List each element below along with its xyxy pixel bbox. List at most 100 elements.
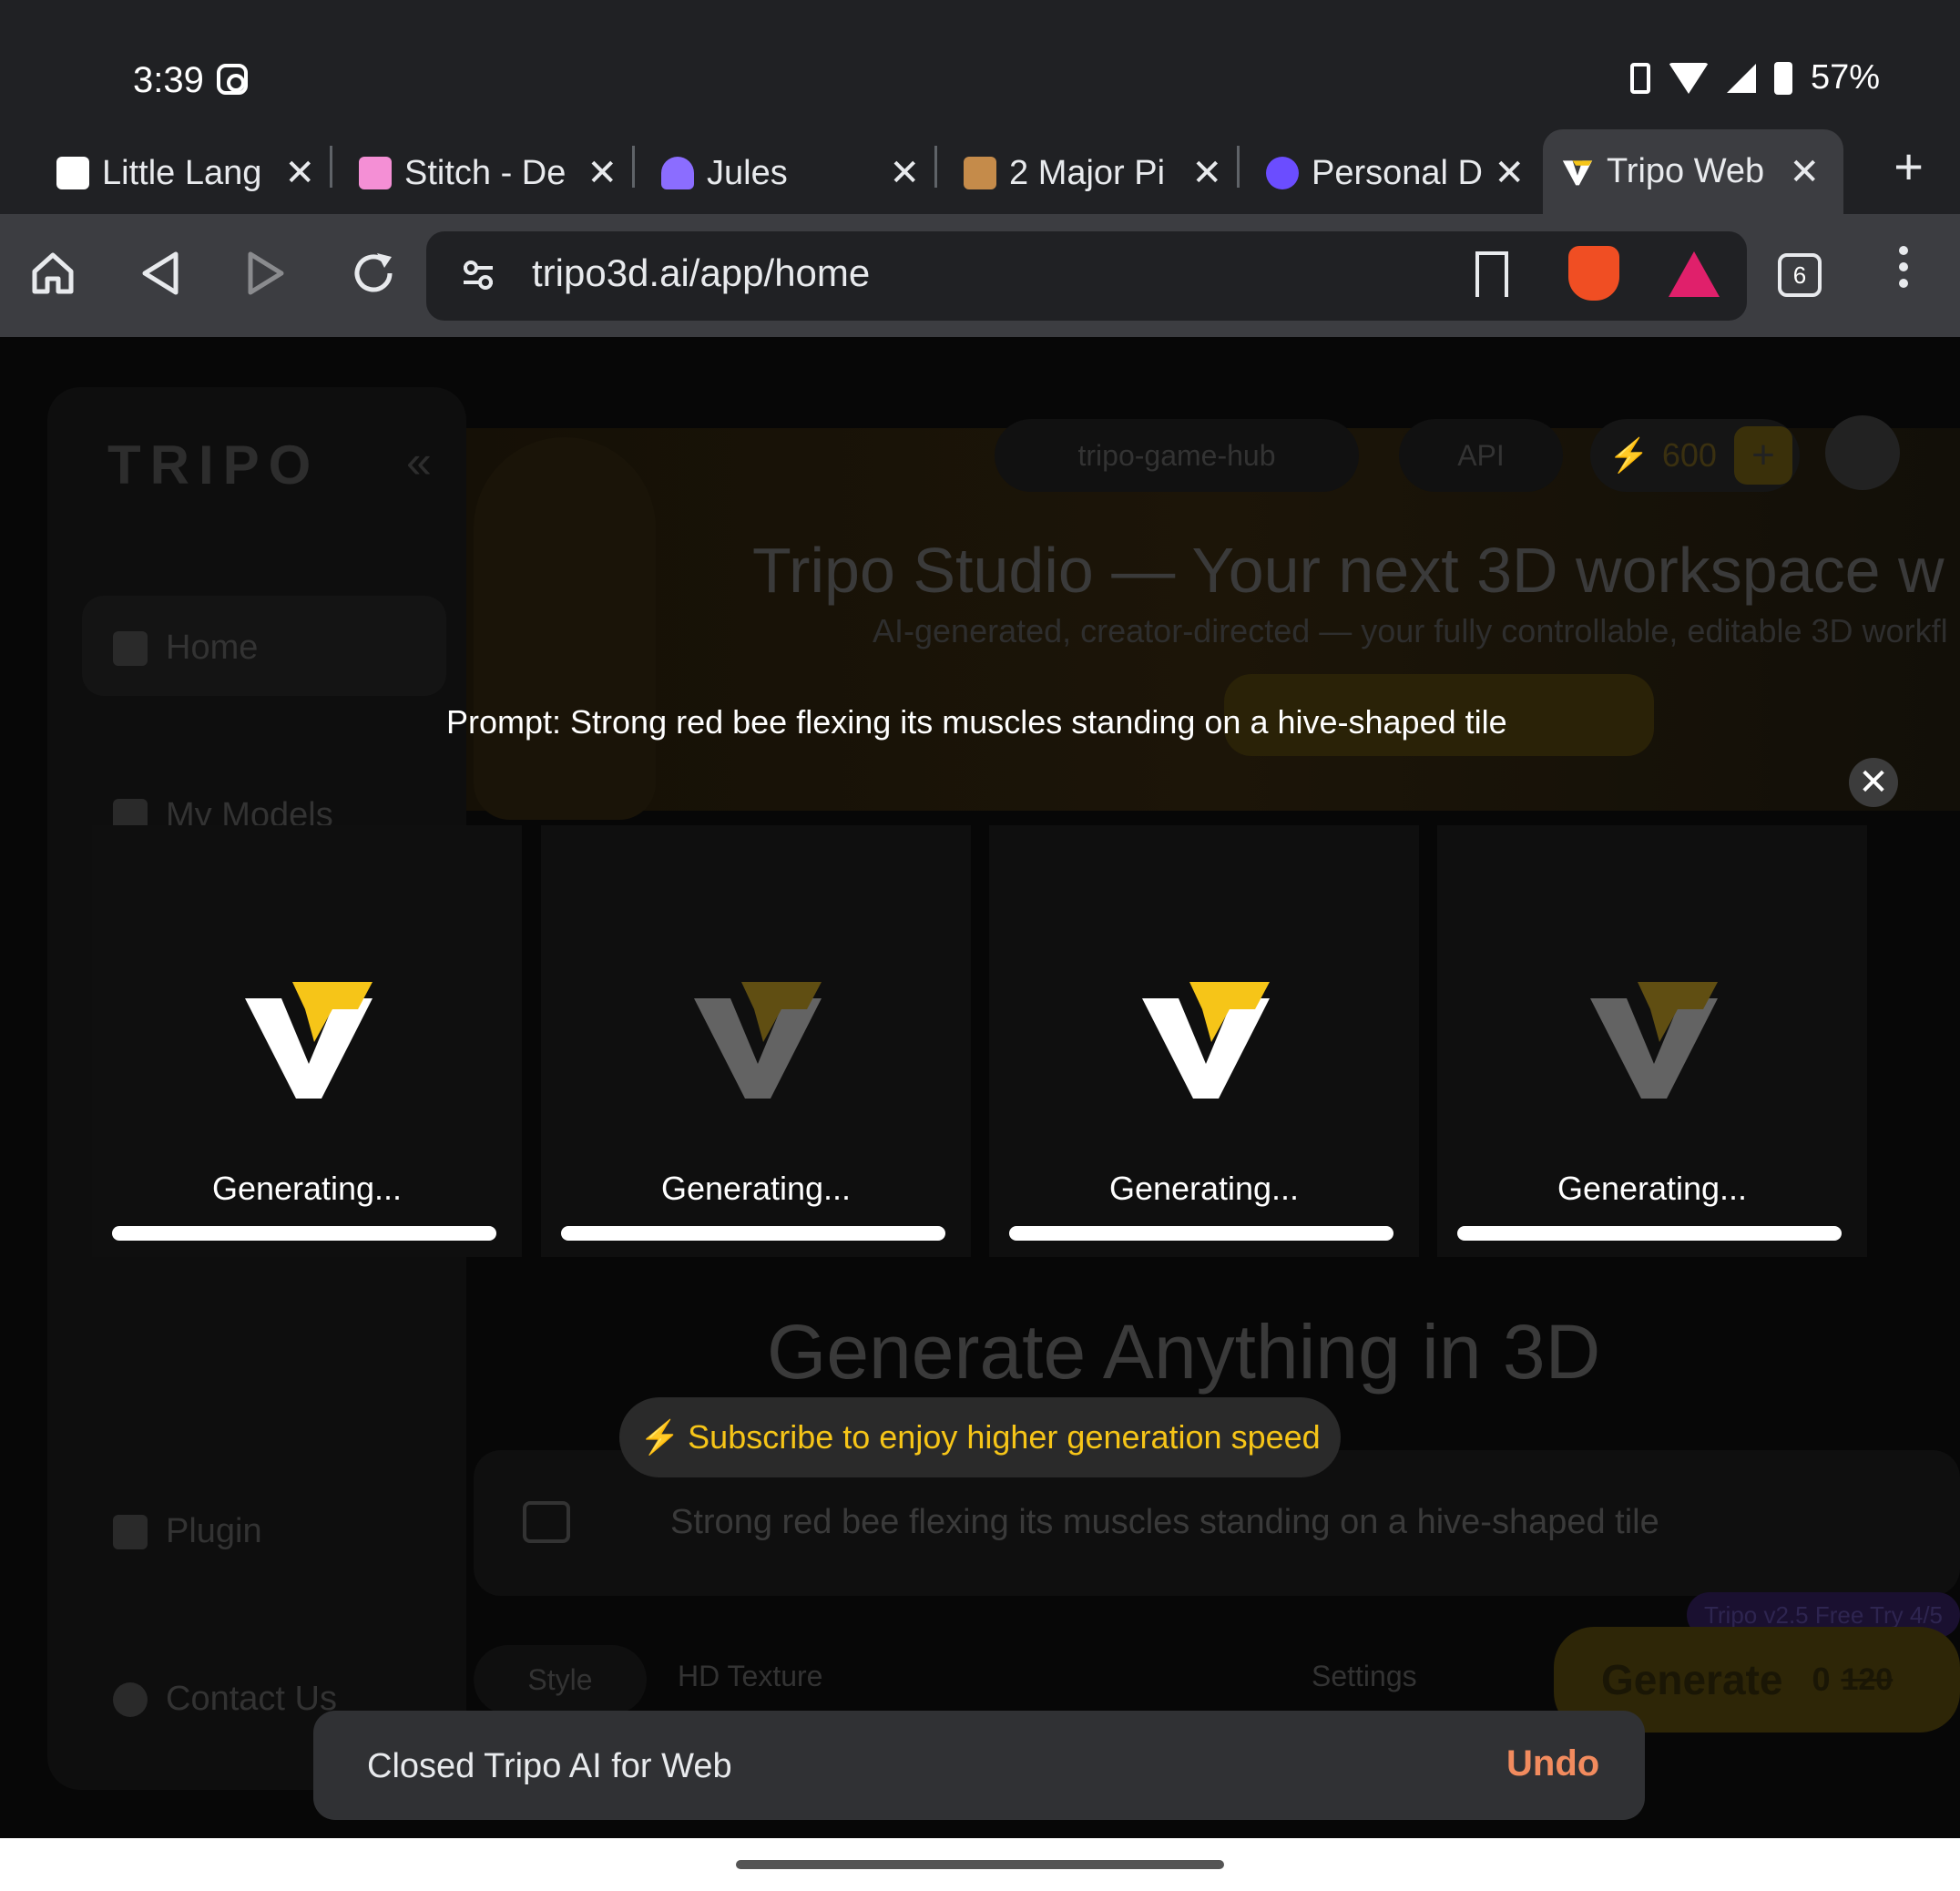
signal-icon (1726, 63, 1756, 93)
overlay-prompt: Prompt: Strong red bee flexing its muscl… (446, 703, 1507, 741)
home-icon[interactable] (26, 246, 80, 301)
tab-title: Personal D (1312, 153, 1483, 192)
sidebar-item-label: Home (166, 629, 259, 667)
undo-button[interactable]: Undo (1506, 1743, 1599, 1784)
sidebar-item-contact-us[interactable]: Contact Us (113, 1680, 337, 1719)
generating-label: Generating... (660, 1170, 852, 1207)
generate-cost-struck: 120 (1841, 1661, 1894, 1697)
collapse-sidebar-icon[interactable]: « (406, 435, 432, 488)
close-icon[interactable]: ✕ (1789, 151, 1820, 193)
progress-bar (1457, 1226, 1842, 1241)
style-dropdown[interactable]: Style (474, 1645, 647, 1714)
clock: 3:39 (133, 60, 204, 100)
brave-shields-icon[interactable] (1568, 246, 1619, 301)
hero-subtitle: AI-generated, creator-directed — your fu… (873, 612, 1948, 649)
flask-icon (359, 157, 392, 189)
tab-jules[interactable]: Jules ✕ (643, 137, 944, 210)
tab-title: Stitch - De (404, 153, 567, 192)
generating-label: Generating... (1108, 1170, 1300, 1207)
generation-card[interactable]: Generating... (92, 825, 522, 1257)
bolt-icon: ⚡ (1608, 436, 1649, 474)
subscribe-text: Subscribe to enjoy higher generation spe… (688, 1418, 1321, 1456)
tab-separator (632, 146, 635, 188)
hero-title: Tripo Studio — Your next 3D workspace w (752, 535, 1945, 606)
forward-icon[interactable] (239, 246, 293, 301)
snackbar-message: Closed Tripo AI for Web (367, 1747, 732, 1785)
generation-card[interactable]: Generating... (541, 825, 971, 1257)
back-icon[interactable] (133, 246, 188, 301)
site-settings-icon[interactable] (460, 257, 496, 293)
prompt-input[interactable]: Strong red bee flexing its muscles stand… (670, 1503, 1659, 1542)
close-icon[interactable]: ✕ (587, 152, 618, 194)
octopus-icon (661, 157, 694, 189)
generation-card[interactable]: Generating... (989, 825, 1419, 1257)
hd-texture-toggle[interactable]: HD Texture (678, 1660, 822, 1693)
tripo-logo: TRIPO (107, 434, 321, 496)
sidebar-item-label: Plugin (166, 1512, 262, 1550)
tab-2-major[interactable]: 2 Major Pi ✕ (945, 137, 1246, 210)
tripo-logo-icon (245, 982, 373, 1099)
new-tab-button[interactable]: + (1894, 137, 1924, 196)
progress-bar (1009, 1226, 1393, 1241)
tab-title: Jules (707, 153, 788, 192)
tab-stitch[interactable]: Stitch - De ✕ (341, 137, 641, 210)
generate-title: Generate Anything in 3D (767, 1309, 1601, 1395)
cloud-icon (1266, 157, 1299, 189)
image-upload-icon[interactable] (523, 1501, 570, 1543)
progress-bar (561, 1226, 945, 1241)
plugin-icon (113, 1514, 148, 1549)
sidebar-item-plugin[interactable]: Plugin (113, 1512, 262, 1551)
add-credits-button[interactable]: + (1734, 426, 1792, 485)
close-icon[interactable]: ✕ (1849, 758, 1898, 807)
brave-rewards-icon[interactable] (1669, 251, 1720, 297)
bolt-icon: ⚡ (639, 1418, 681, 1456)
instagram-icon (217, 64, 248, 95)
tab-title: 2 Major Pi (1009, 153, 1166, 192)
close-icon[interactable]: ✕ (1494, 152, 1525, 194)
wifi-icon (1668, 62, 1709, 94)
game-hub-button[interactable]: tripo-game-hub (995, 419, 1359, 492)
settings-dropdown[interactable]: Settings (1312, 1660, 1417, 1693)
home-icon (113, 630, 148, 666)
bookmark-icon[interactable] (1475, 251, 1508, 297)
api-button[interactable]: API (1399, 419, 1563, 492)
battery-level: 57% (1810, 58, 1880, 97)
robot-illustration (474, 437, 656, 820)
more-menu-icon[interactable] (1894, 246, 1913, 288)
tab-switcher-button[interactable]: 6 (1778, 253, 1822, 297)
tab-personal[interactable]: Personal D ✕ (1248, 137, 1548, 210)
sidebar-item-home[interactable]: Home (113, 629, 258, 668)
chat-icon (113, 1681, 148, 1717)
avatar[interactable] (1825, 415, 1900, 490)
close-icon[interactable]: ✕ (889, 152, 920, 194)
tab-little-lang[interactable]: Little Lang ✕ (38, 137, 339, 210)
flask-icon (56, 157, 89, 189)
tab-separator (330, 146, 332, 188)
tab-separator (1237, 146, 1240, 188)
url-text[interactable]: tripo3d.ai/app/home (532, 251, 870, 295)
close-icon[interactable]: ✕ (1191, 152, 1222, 194)
tab-separator (934, 146, 937, 188)
tripo-logo-icon (694, 982, 822, 1099)
vibrate-icon (1629, 62, 1650, 94)
generation-card[interactable]: Generating... (1437, 825, 1867, 1257)
generate-cost: 0 (1812, 1661, 1831, 1698)
subscribe-banner[interactable]: ⚡ Subscribe to enjoy higher generation s… (619, 1397, 1341, 1477)
tab-title: Tripo Web (1607, 152, 1765, 190)
gesture-handle[interactable] (736, 1860, 1224, 1869)
generating-label: Generating... (1557, 1170, 1748, 1207)
reload-icon[interactable] (346, 246, 401, 301)
tripo-logo-icon (1590, 982, 1718, 1099)
progress-bar (112, 1226, 496, 1241)
battery-icon (1773, 61, 1792, 95)
close-icon[interactable]: ✕ (284, 152, 315, 194)
generate-label: Generate (1601, 1656, 1783, 1703)
avatar-icon (964, 157, 996, 189)
tab-tripo-web[interactable]: Tripo Web ✕ (1543, 129, 1843, 214)
generating-label: Generating... (211, 1170, 403, 1207)
status-icons: 57% (1629, 58, 1880, 97)
tripo-logo-icon (1142, 982, 1270, 1099)
tab-title: Little Lang (102, 153, 262, 192)
tripo-icon (1562, 159, 1593, 185)
sidebar-item-label: Contact Us (166, 1680, 337, 1718)
